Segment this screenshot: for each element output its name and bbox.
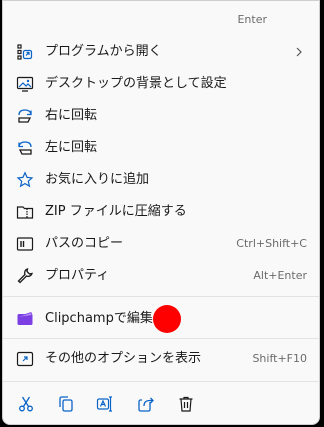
rotate-left-icon [16,139,34,157]
copy-path-icon [16,235,34,253]
menu-item-set-background[interactable]: デスクトップの背景として設定 [3,68,319,100]
rename-icon[interactable] [94,393,116,415]
delete-icon[interactable] [175,393,197,415]
menu-item-compress-zip[interactable]: ZIP ファイルに圧縮する [3,196,319,228]
menu-item-label: ZIP ファイルに圧縮する [45,204,187,219]
menu-item-label: デスクトップの背景として設定 [45,76,227,91]
more-options-icon [16,350,34,368]
zip-folder-icon [16,203,34,221]
clipchamp-icon [16,310,34,328]
properties-shortcut: Alt+Enter [253,269,307,282]
menu-item-label: お気に入りに追加 [45,172,150,187]
quick-actions-bar [3,386,319,422]
star-icon [16,171,34,189]
menu-item-rotate-left[interactable]: 左に回転 [3,132,319,164]
context-menu: Enter プログラムから開く デスクトップの背景として設定 右に回転 左に回転… [2,0,320,425]
desktop-background-icon [16,75,34,93]
more-options-shortcut: Shift+F10 [252,352,307,365]
menu-item-label: その他のオプションを表示 [45,351,202,366]
menu-item-label: Clipchampで編集 [45,311,153,326]
share-icon[interactable] [135,393,157,415]
menu-item-label: プロパティ [45,268,110,283]
menu-item-label: パスのコピー [45,236,124,251]
menu-item-rotate-right[interactable]: 右に回転 [3,100,319,132]
cut-icon[interactable] [15,393,37,415]
chevron-right-icon [296,47,302,57]
open-shortcut: Enter [237,13,267,26]
menu-item-copy-path[interactable]: パスのコピー Ctrl+Shift+C [3,228,319,260]
copy-path-shortcut: Ctrl+Shift+C [236,237,307,250]
wrench-icon [16,267,34,285]
menu-item-add-favorites[interactable]: お気に入りに追加 [3,164,319,196]
copy-icon[interactable] [55,393,77,415]
menu-item-label: 右に回転 [45,108,98,123]
open-with-icon [16,43,34,61]
menu-item-label: プログラムから開く [45,44,162,59]
red-marker-dot [153,305,181,333]
menu-item-more-options[interactable]: その他のオプションを表示 Shift+F10 [3,343,319,375]
separator [3,338,319,339]
menu-item-label: 左に回転 [45,140,98,155]
menu-item-properties[interactable]: プロパティ Alt+Enter [3,260,319,292]
separator [3,381,319,382]
rotate-right-icon [16,107,34,125]
menu-item-open-with[interactable]: プログラムから開く [3,36,319,68]
separator [3,296,319,297]
